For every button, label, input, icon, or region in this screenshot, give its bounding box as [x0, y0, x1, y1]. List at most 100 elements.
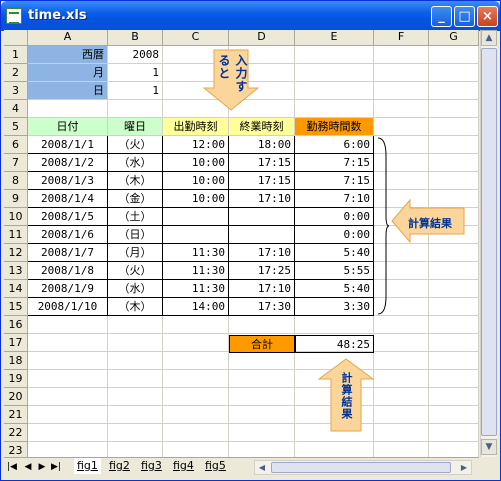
- start-time-cell[interactable]: 10:00: [163, 172, 229, 190]
- scroll-up-icon[interactable]: ▲: [481, 30, 497, 46]
- weekday-cell[interactable]: （火）: [108, 136, 163, 154]
- sheet-tab-fig1[interactable]: fig1: [74, 458, 101, 474]
- grid-cell[interactable]: [163, 442, 229, 457]
- grid-cell[interactable]: [429, 298, 479, 316]
- grid-cell[interactable]: [163, 352, 229, 370]
- row-header[interactable]: 11: [4, 226, 28, 244]
- row-header[interactable]: 7: [4, 154, 28, 172]
- work-hours-cell[interactable]: 5:40: [295, 280, 374, 298]
- sheet-tab-fig3[interactable]: fig3: [138, 458, 165, 474]
- column-header-e[interactable]: E: [295, 30, 374, 46]
- weekday-cell[interactable]: （土）: [108, 208, 163, 226]
- grid-cell[interactable]: [229, 352, 295, 370]
- grid-cell[interactable]: [28, 370, 108, 388]
- column-header-c[interactable]: C: [163, 30, 229, 46]
- grid-cell[interactable]: [108, 388, 163, 406]
- end-time-cell[interactable]: [229, 226, 295, 244]
- end-time-cell[interactable]: 17:15: [229, 154, 295, 172]
- grid-cell[interactable]: [429, 334, 479, 352]
- scroll-right-icon[interactable]: ▶: [457, 461, 471, 474]
- grid-cell[interactable]: [429, 388, 479, 406]
- grid-cell[interactable]: [229, 442, 295, 457]
- column-header-f[interactable]: F: [374, 30, 429, 46]
- grid-cell[interactable]: [108, 442, 163, 457]
- grid-cell[interactable]: [108, 406, 163, 424]
- grid-cell[interactable]: [163, 406, 229, 424]
- start-time-cell[interactable]: 12:00: [163, 136, 229, 154]
- grid-cell[interactable]: [429, 442, 479, 457]
- grid-cell[interactable]: [429, 352, 479, 370]
- date-cell[interactable]: 2008/1/9: [28, 280, 108, 298]
- grid-cell[interactable]: [108, 100, 163, 118]
- row-header[interactable]: 5: [4, 118, 28, 136]
- row-header[interactable]: 10: [4, 208, 28, 226]
- work-hours-cell[interactable]: 3:30: [295, 298, 374, 316]
- grid-cell[interactable]: [28, 334, 108, 352]
- end-time-cell[interactable]: 18:00: [229, 136, 295, 154]
- grid-cell[interactable]: [429, 262, 479, 280]
- start-time-cell[interactable]: [163, 208, 229, 226]
- end-time-cell[interactable]: 17:10: [229, 244, 295, 262]
- grid-cell[interactable]: [374, 424, 429, 442]
- grid-cell[interactable]: [295, 46, 374, 64]
- total-value[interactable]: 48:25: [295, 335, 374, 353]
- sheet-tab-fig5[interactable]: fig5: [202, 458, 229, 474]
- row-header[interactable]: 6: [4, 136, 28, 154]
- grid-cell[interactable]: [28, 406, 108, 424]
- date-cell[interactable]: 2008/1/2: [28, 154, 108, 172]
- start-time-cell[interactable]: 11:30: [163, 280, 229, 298]
- grid-cell[interactable]: [229, 388, 295, 406]
- grid-cell[interactable]: [374, 352, 429, 370]
- grid-cell[interactable]: [429, 118, 479, 136]
- work-hours-cell[interactable]: 7:15: [295, 172, 374, 190]
- weekday-cell[interactable]: （日）: [108, 226, 163, 244]
- grid-cell[interactable]: [28, 424, 108, 442]
- grid-cell[interactable]: [163, 424, 229, 442]
- column-header-d[interactable]: D: [229, 30, 295, 46]
- grid-cell[interactable]: [429, 424, 479, 442]
- row-header[interactable]: 8: [4, 172, 28, 190]
- grid-cell[interactable]: [374, 334, 429, 352]
- grid-cell[interactable]: [163, 334, 229, 352]
- grid-cell[interactable]: [163, 388, 229, 406]
- resize-grip-icon[interactable]: [480, 457, 497, 475]
- vertical-scroll-thumb[interactable]: [481, 48, 497, 436]
- vertical-scrollbar[interactable]: ▲ ▼: [480, 30, 497, 457]
- date-cell[interactable]: 2008/1/4: [28, 190, 108, 208]
- row-header[interactable]: 18: [4, 352, 28, 370]
- work-hours-cell[interactable]: 7:10: [295, 190, 374, 208]
- grid-cell[interactable]: [374, 82, 429, 100]
- grid-cell[interactable]: [429, 100, 479, 118]
- grid-cell[interactable]: [374, 316, 429, 334]
- row-header[interactable]: 4: [4, 100, 28, 118]
- select-all-corner[interactable]: [4, 30, 28, 46]
- grid-cell[interactable]: [429, 172, 479, 190]
- row-header[interactable]: 12: [4, 244, 28, 262]
- start-time-cell[interactable]: 11:30: [163, 244, 229, 262]
- grid-cell[interactable]: [108, 334, 163, 352]
- start-time-cell[interactable]: [163, 226, 229, 244]
- excel-file-icon[interactable]: [6, 8, 22, 24]
- work-hours-cell[interactable]: 5:55: [295, 262, 374, 280]
- row-header[interactable]: 19: [4, 370, 28, 388]
- start-time-cell[interactable]: 10:00: [163, 190, 229, 208]
- grid-cell[interactable]: [229, 406, 295, 424]
- grid-cell[interactable]: [295, 442, 374, 457]
- grid-cell[interactable]: [28, 352, 108, 370]
- grid-cell[interactable]: [229, 316, 295, 334]
- grid-cell[interactable]: [374, 64, 429, 82]
- end-time-cell[interactable]: 17:25: [229, 262, 295, 280]
- grid-cell[interactable]: [429, 406, 479, 424]
- work-hours-cell[interactable]: 0:00: [295, 226, 374, 244]
- grid-cell[interactable]: [429, 316, 479, 334]
- grid-cell[interactable]: [163, 370, 229, 388]
- sheet-tab-fig4[interactable]: fig4: [170, 458, 197, 474]
- grid-cell[interactable]: [374, 100, 429, 118]
- grid-cell[interactable]: [295, 64, 374, 82]
- grid-cell[interactable]: [429, 136, 479, 154]
- grid-cell[interactable]: [295, 100, 374, 118]
- row-header[interactable]: 13: [4, 262, 28, 280]
- spreadsheet-grid[interactable]: A B C D E F G 1 2 3 4 5 6 7 8 9 10 11 12 13 14 15 16 17 1…: [4, 30, 479, 457]
- date-cell[interactable]: 2008/1/10: [28, 298, 108, 316]
- date-cell[interactable]: 2008/1/5: [28, 208, 108, 226]
